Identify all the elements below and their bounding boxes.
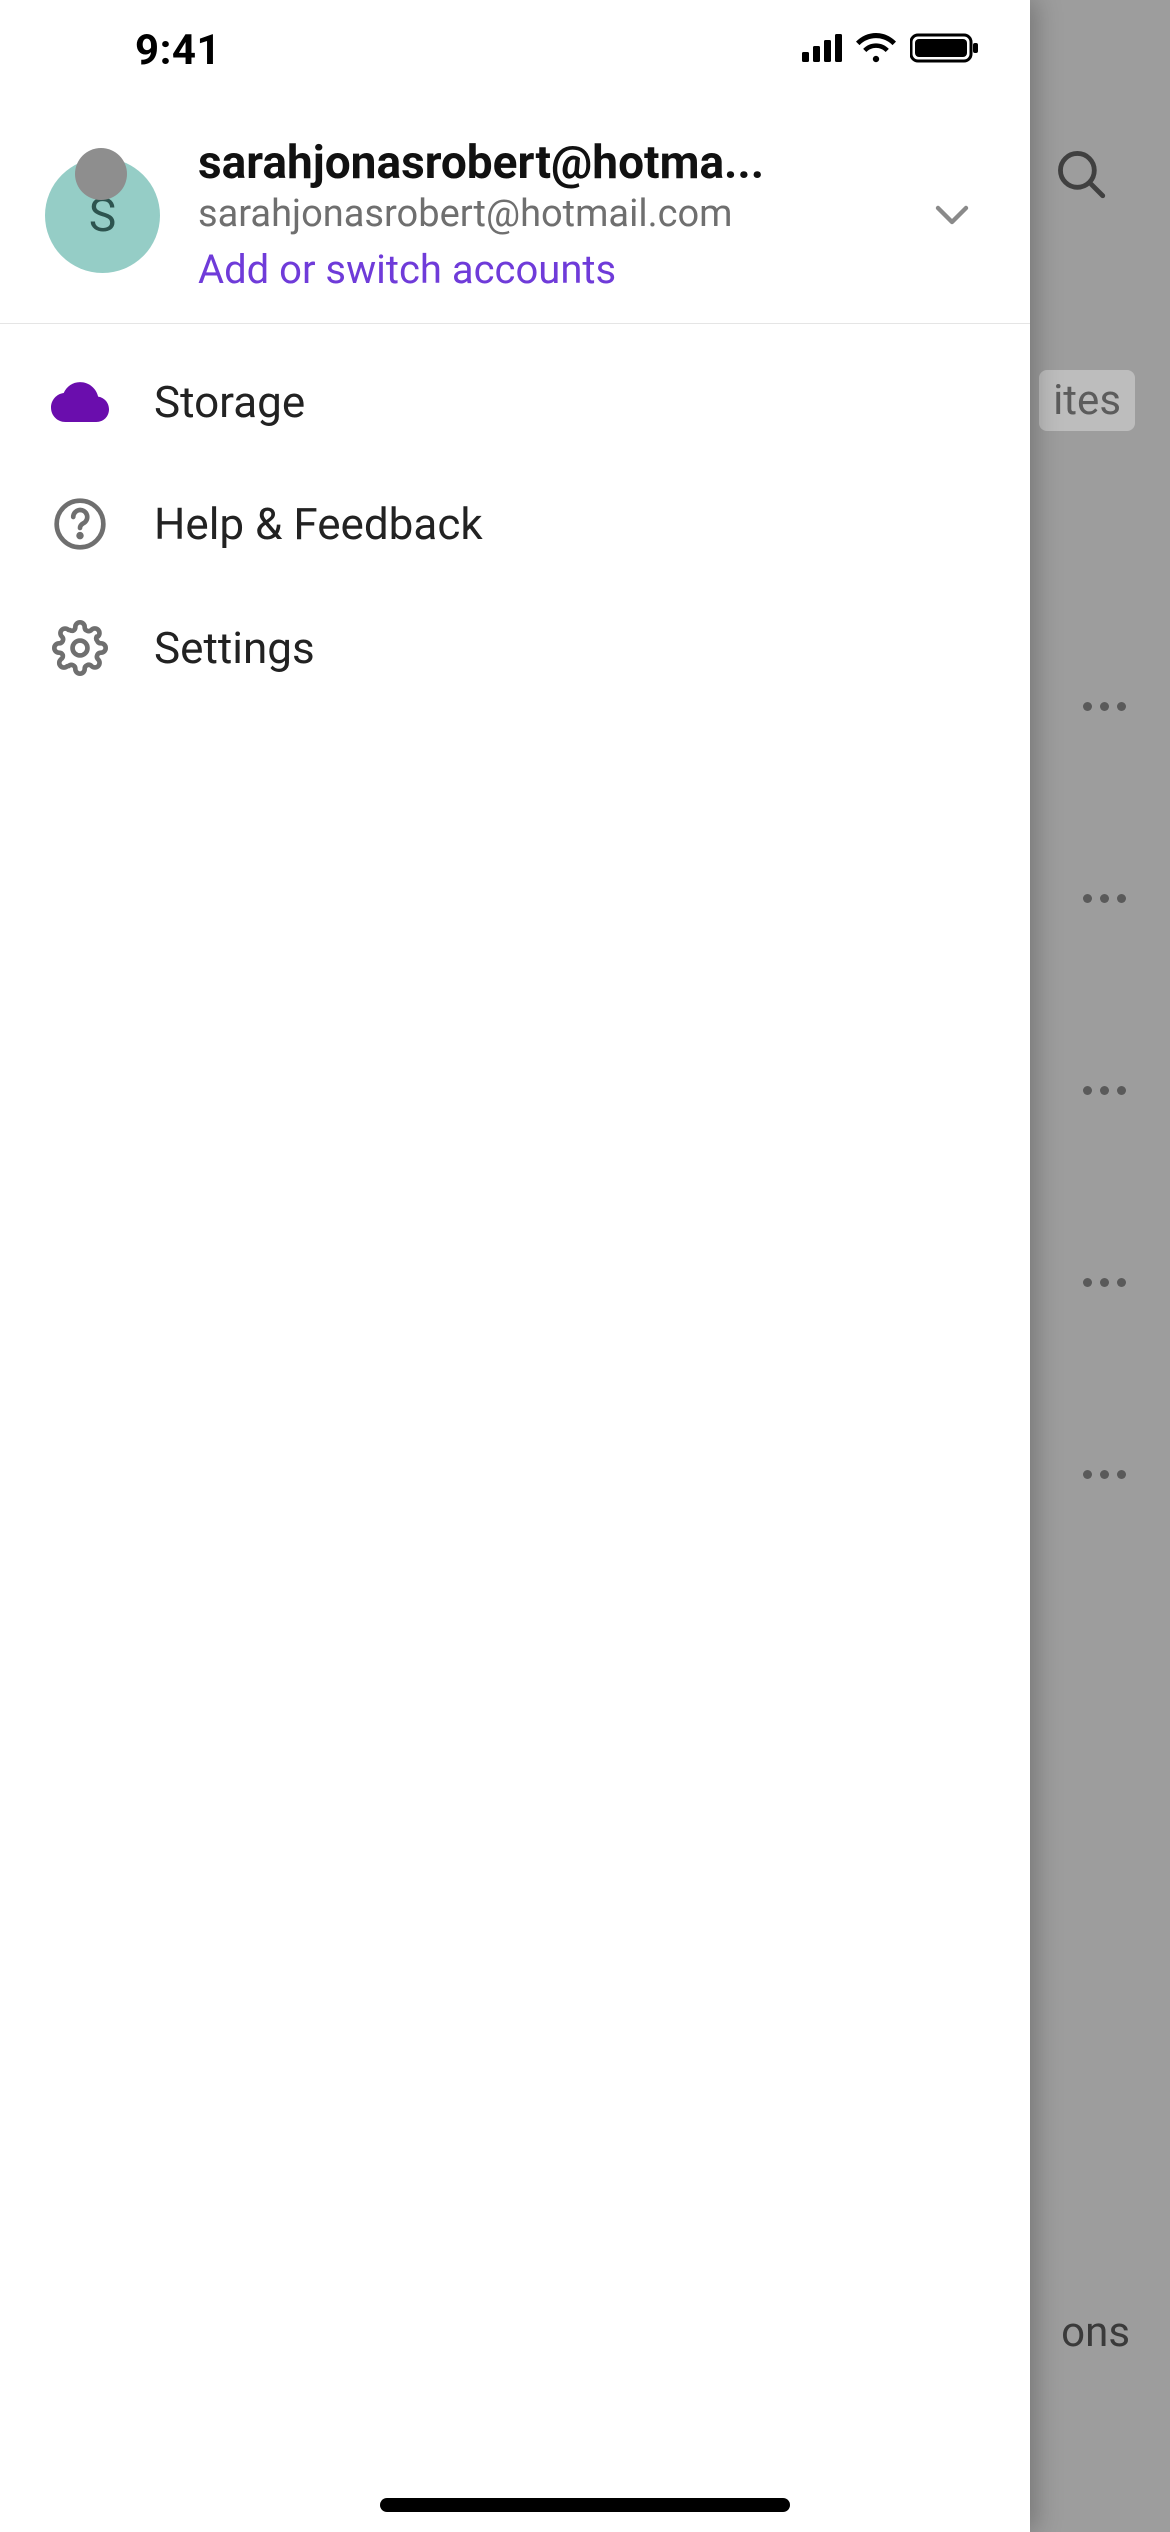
home-indicator[interactable] <box>380 2498 790 2512</box>
drawer-menu: Storage Help & Feedback Settings <box>0 324 1030 710</box>
menu-item-label: Help & Feedback <box>154 498 483 550</box>
menu-item-settings[interactable]: Settings <box>0 586 1030 710</box>
more-icon[interactable] <box>1079 1080 1130 1099</box>
gear-icon <box>48 620 112 676</box>
menu-item-help[interactable]: Help & Feedback <box>0 462 1030 586</box>
account-header[interactable]: S sarahjonasrobert@hotma... sarahjonasro… <box>0 100 1030 324</box>
side-drawer: 9:41 <box>0 0 1030 2532</box>
menu-item-label: Storage <box>154 376 305 428</box>
background-text-fragment: ons <box>1061 2308 1130 2357</box>
cloud-icon <box>48 381 112 423</box>
search-icon[interactable] <box>1052 145 1110 207</box>
battery-icon <box>910 32 980 68</box>
more-icon[interactable] <box>1079 888 1130 907</box>
wifi-icon <box>856 33 896 67</box>
background-tab-fragment: ites <box>1039 370 1135 431</box>
avatar[interactable]: S <box>45 148 170 273</box>
account-email: sarahjonasrobert@hotmail.com <box>198 192 900 236</box>
menu-item-label: Settings <box>154 622 315 674</box>
menu-item-storage[interactable]: Storage <box>0 342 1030 462</box>
cellular-icon <box>802 34 842 66</box>
more-icon[interactable] <box>1079 696 1130 715</box>
more-icon[interactable] <box>1079 1272 1130 1291</box>
status-bar: 9:41 <box>0 0 1030 100</box>
avatar-badge <box>75 148 127 200</box>
add-switch-accounts-link[interactable]: Add or switch accounts <box>198 246 900 293</box>
chevron-down-icon[interactable] <box>928 190 976 242</box>
help-icon <box>48 496 112 552</box>
status-time: 9:41 <box>135 26 221 75</box>
account-display-name: sarahjonasrobert@hotma... <box>198 136 858 190</box>
more-icon[interactable] <box>1079 1464 1130 1483</box>
